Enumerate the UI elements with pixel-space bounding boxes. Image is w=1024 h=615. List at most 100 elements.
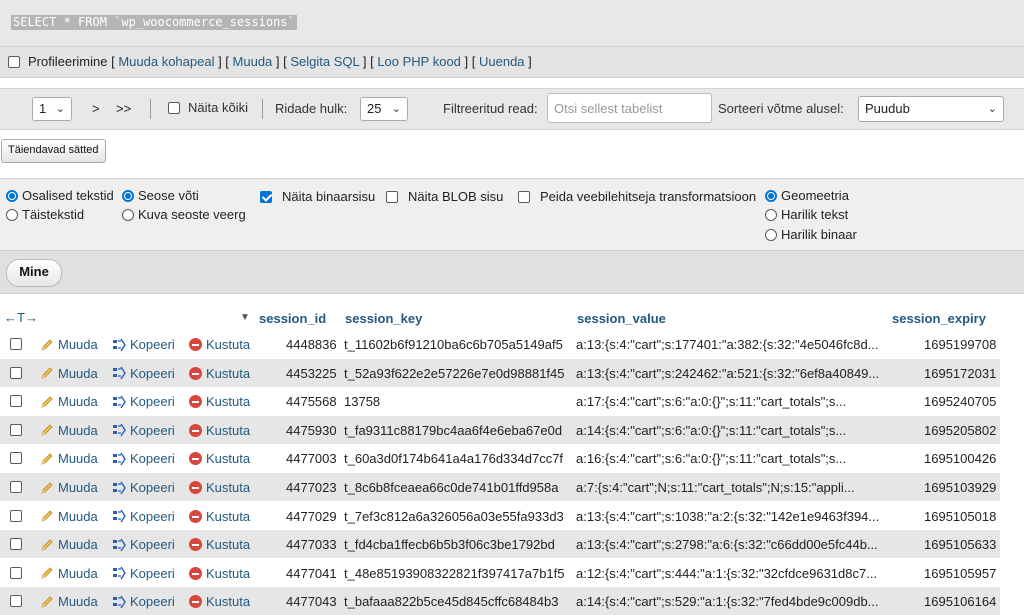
delete-row-link[interactable]: Kustuta bbox=[189, 537, 250, 552]
go-button[interactable]: Mine bbox=[6, 259, 62, 287]
copy-row-link[interactable]: Kopeeri bbox=[112, 480, 175, 496]
row-checkbox[interactable] bbox=[10, 366, 22, 379]
edit-row-link[interactable]: Muuda bbox=[40, 337, 98, 353]
delete-row-link[interactable]: Kustuta bbox=[189, 451, 250, 466]
create-php-code-link[interactable]: Loo PHP kood bbox=[377, 54, 461, 69]
full-texts-radio[interactable] bbox=[6, 208, 18, 221]
cell-session-id[interactable]: 4477041 bbox=[286, 566, 337, 581]
copy-row-link[interactable]: Kopeeri bbox=[112, 394, 175, 410]
cell-session-value[interactable]: a:13:{s:4:"cart";s:1038:"a:2:{s:32:"142e… bbox=[576, 509, 879, 524]
profiling-checkbox[interactable] bbox=[8, 55, 20, 68]
relation-key-radio[interactable] bbox=[122, 189, 134, 202]
column-header-session-key[interactable]: session_key bbox=[345, 311, 422, 326]
cell-session-value[interactable]: a:13:{s:4:"cart";s:177401:"a:382:{s:32:"… bbox=[576, 337, 879, 352]
copy-row-link[interactable]: Kopeeri bbox=[112, 423, 175, 439]
show-all-checkbox[interactable] bbox=[168, 101, 180, 114]
hide-browser-transformation-option[interactable]: Peida veebilehitseja transformatsioon bbox=[518, 189, 756, 204]
show-binary-option[interactable]: Näita binaarsisu bbox=[260, 189, 375, 204]
row-checkbox[interactable] bbox=[10, 452, 22, 465]
geometry-radio[interactable] bbox=[765, 189, 777, 202]
copy-row-link[interactable]: Kopeeri bbox=[112, 594, 175, 610]
cell-session-value[interactable]: a:13:{s:4:"cart";s:242462:"a:521:{s:32:"… bbox=[576, 366, 879, 381]
delete-row-link[interactable]: Kustuta bbox=[189, 480, 250, 495]
page-select[interactable]: 1 ⌄ bbox=[32, 97, 72, 121]
cell-session-expiry[interactable]: 1695103929 bbox=[924, 480, 996, 495]
cell-session-value[interactable]: a:17:{s:4:"cart";s:6:"a:0:{}";s:11:"cart… bbox=[576, 394, 846, 409]
filter-rows-input[interactable] bbox=[547, 93, 712, 123]
relation-key-option[interactable]: Seose võti bbox=[122, 188, 199, 203]
sort-dropdown-icon[interactable]: ▼ bbox=[240, 312, 250, 323]
delete-row-link[interactable]: Kustuta bbox=[189, 423, 250, 438]
row-checkbox[interactable] bbox=[10, 595, 22, 608]
cell-session-expiry[interactable]: 1695100426 bbox=[924, 451, 996, 466]
edit-row-link[interactable]: Muuda bbox=[40, 394, 98, 410]
edit-row-link[interactable]: Muuda bbox=[40, 594, 98, 610]
column-header-session-expiry[interactable]: session_expiry bbox=[892, 311, 986, 326]
cell-session-value[interactable]: a:16:{s:4:"cart";s:6:"a:0:{}";s:11:"cart… bbox=[576, 451, 846, 466]
cell-session-key[interactable]: t_11602b6f91210ba6c6b705a5149af5 bbox=[344, 337, 563, 352]
hide-browser-transformation-checkbox[interactable] bbox=[518, 190, 530, 203]
cell-session-id[interactable]: 4475930 bbox=[286, 423, 337, 438]
show-blob-checkbox[interactable] bbox=[386, 190, 398, 203]
edit-row-link[interactable]: Muuda bbox=[40, 566, 98, 582]
edit-inline-link[interactable]: Muuda kohapeal bbox=[118, 54, 214, 69]
relation-display-radio[interactable] bbox=[122, 208, 134, 221]
column-arrows-icon[interactable]: ←T→ bbox=[4, 310, 38, 325]
cell-session-expiry[interactable]: 1695105957 bbox=[924, 566, 996, 581]
cell-session-id[interactable]: 4475568 bbox=[286, 394, 337, 409]
delete-row-link[interactable]: Kustuta bbox=[189, 594, 250, 609]
row-checkbox[interactable] bbox=[10, 481, 22, 493]
wkb-radio[interactable] bbox=[765, 228, 777, 241]
row-checkbox[interactable] bbox=[10, 338, 22, 350]
edit-row-link[interactable]: Muuda bbox=[40, 537, 98, 553]
cell-session-value[interactable]: a:14:{s:4:"cart";s:6:"a:0:{}";s:11:"cart… bbox=[576, 423, 846, 438]
edit-row-link[interactable]: Muuda bbox=[40, 480, 98, 496]
edit-row-link[interactable]: Muuda bbox=[40, 423, 98, 439]
row-checkbox[interactable] bbox=[10, 538, 22, 551]
cell-session-expiry[interactable]: 1695199708 bbox=[924, 337, 996, 352]
delete-row-link[interactable]: Kustuta bbox=[189, 509, 250, 524]
show-binary-checkbox[interactable] bbox=[260, 190, 272, 203]
cell-session-key[interactable]: t_fa9311c88179bc4aa6f4e6eba67e0d bbox=[344, 423, 562, 438]
cell-session-id[interactable]: 4477003 bbox=[286, 451, 337, 466]
delete-row-link[interactable]: Kustuta bbox=[189, 394, 250, 409]
row-checkbox[interactable] bbox=[10, 509, 22, 522]
column-header-session-value[interactable]: session_value bbox=[577, 311, 666, 326]
cell-session-value[interactable]: a:12:{s:4:"cart";s:444:"a:1:{s:32:"32cfd… bbox=[576, 566, 877, 581]
cell-session-key[interactable]: t_60a3d0f174b641a4a176d334d7cc7f bbox=[344, 451, 563, 466]
sort-by-key-select[interactable]: Puudub ⌄ bbox=[858, 96, 1004, 122]
explain-sql-link[interactable]: Selgita SQL bbox=[290, 54, 359, 69]
sql-query-text[interactable]: SELECT * FROM `wp_woocommerce_sessions` bbox=[11, 15, 297, 30]
cell-session-key[interactable]: t_52a93f622e2e57226e7e0d98881f45 bbox=[344, 366, 565, 381]
wkb-option[interactable]: Harilik binaar bbox=[765, 227, 857, 242]
cell-session-key[interactable]: t_7ef3c812a6a326056a03e55fa933d3 bbox=[344, 509, 564, 524]
row-checkbox[interactable] bbox=[10, 395, 22, 408]
copy-row-link[interactable]: Kopeeri bbox=[112, 509, 175, 525]
edit-row-link[interactable]: Muuda bbox=[40, 509, 98, 525]
partial-texts-radio[interactable] bbox=[6, 189, 18, 202]
last-page-button[interactable]: >> bbox=[116, 101, 131, 116]
delete-row-link[interactable]: Kustuta bbox=[189, 566, 250, 581]
cell-session-expiry[interactable]: 1695205802 bbox=[924, 423, 996, 438]
delete-row-link[interactable]: Kustuta bbox=[189, 366, 250, 381]
copy-row-link[interactable]: Kopeeri bbox=[112, 337, 175, 353]
row-checkbox[interactable] bbox=[10, 566, 22, 579]
show-blob-option[interactable]: Näita BLOB sisu bbox=[386, 189, 503, 204]
cell-session-value[interactable]: a:13:{s:4:"cart";s:2798:"a:6:{s:32:"c66d… bbox=[576, 537, 878, 552]
wkt-option[interactable]: Harilik tekst bbox=[765, 207, 848, 222]
next-page-button[interactable]: > bbox=[92, 101, 100, 116]
copy-row-link[interactable]: Kopeeri bbox=[112, 566, 175, 582]
cell-session-expiry[interactable]: 1695105018 bbox=[924, 509, 996, 524]
cell-session-id[interactable]: 4453225 bbox=[286, 366, 337, 381]
cell-session-key[interactable]: t_fd4cba1ffecb6b5b3f06c3be1792bd bbox=[344, 537, 555, 552]
partial-texts-option[interactable]: Osalised tekstid bbox=[6, 188, 114, 203]
refresh-link[interactable]: Uuenda bbox=[479, 54, 525, 69]
edit-row-link[interactable]: Muuda bbox=[40, 366, 98, 382]
geometry-option[interactable]: Geomeetria bbox=[765, 188, 849, 203]
copy-row-link[interactable]: Kopeeri bbox=[112, 537, 175, 553]
cell-session-key[interactable]: t_bafaaa822b5ce45d845cffc68484b3 bbox=[344, 594, 558, 609]
edit-row-link[interactable]: Muuda bbox=[40, 451, 98, 467]
cell-session-id[interactable]: 4448836 bbox=[286, 337, 337, 352]
cell-session-key[interactable]: t_48e85193908322821f397417a7b1f5 bbox=[344, 566, 565, 581]
cell-session-id[interactable]: 4477033 bbox=[286, 537, 337, 552]
